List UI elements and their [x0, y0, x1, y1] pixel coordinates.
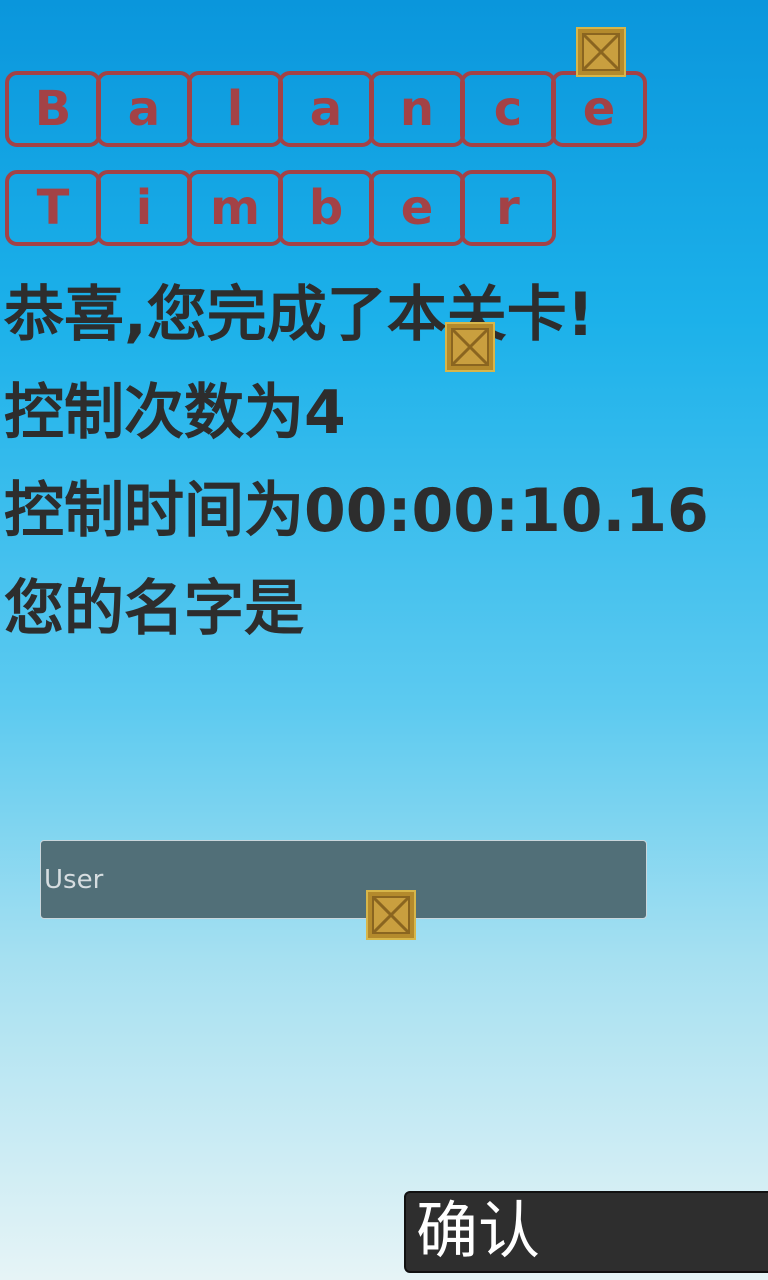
title-letter-tile: c: [460, 71, 556, 147]
title-letter-tile: m: [187, 170, 283, 246]
control-time-text: 控制时间为00:00:10.16: [4, 476, 709, 546]
title-letter-tile: a: [96, 71, 192, 147]
title-letter-tile: l: [187, 71, 283, 147]
wooden-crate-icon: [366, 890, 416, 940]
name-prompt-label: 您的名字是: [4, 574, 304, 644]
title-letter-tile: b: [278, 170, 374, 246]
wooden-crate-icon: [445, 322, 495, 372]
title-letter-tile: n: [369, 71, 465, 147]
title-letter-tile: e: [551, 71, 647, 147]
title-letter-tile: B: [5, 71, 101, 147]
title-letter-tile: r: [460, 170, 556, 246]
wooden-crate-icon: [576, 27, 626, 77]
title-letter-tile: T: [5, 170, 101, 246]
title-letter-tile: e: [369, 170, 465, 246]
confirm-button[interactable]: 确认: [404, 1191, 768, 1273]
title-letter-tile: i: [96, 170, 192, 246]
player-name-input[interactable]: [40, 840, 647, 919]
control-count-text: 控制次数为4: [4, 378, 346, 448]
title-letter-tile: a: [278, 71, 374, 147]
congrats-message: 恭喜,您完成了本关卡!: [4, 280, 595, 350]
